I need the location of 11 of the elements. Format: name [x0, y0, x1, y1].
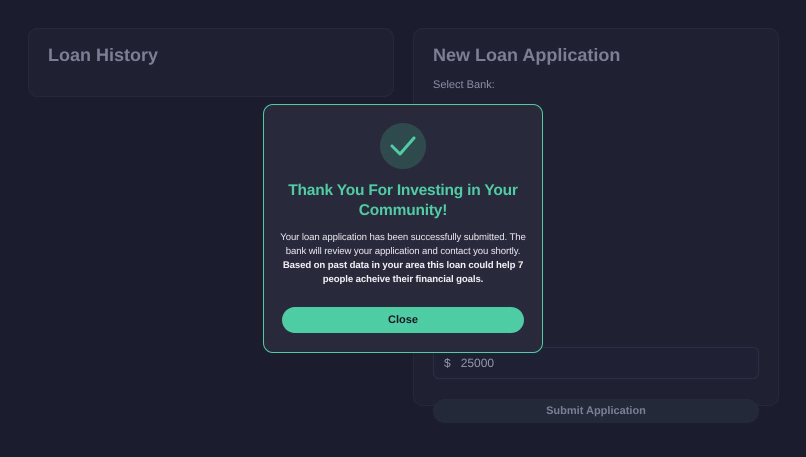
card-title: Loan History	[48, 45, 158, 66]
currency-prefix: $	[444, 356, 451, 370]
field-label: Select Bank:	[433, 79, 495, 91]
field-value: 25000	[460, 356, 494, 370]
card-title: New Loan Application	[433, 45, 620, 66]
close-button[interactable]: Close	[282, 307, 524, 333]
submit-button[interactable]: Submit Application	[433, 399, 759, 423]
dialog-message: Your loan application has been successfully submitted. The bank will review your application and contact you shortly. Based on past data in your area this loan could help 7 people acheive their financial goals.	[279, 231, 527, 287]
amount-field[interactable]: $ 25000	[433, 347, 759, 379]
checkmark-icon	[380, 123, 426, 169]
dialog-title: Thank You For Investing in Your Community!	[287, 181, 519, 221]
